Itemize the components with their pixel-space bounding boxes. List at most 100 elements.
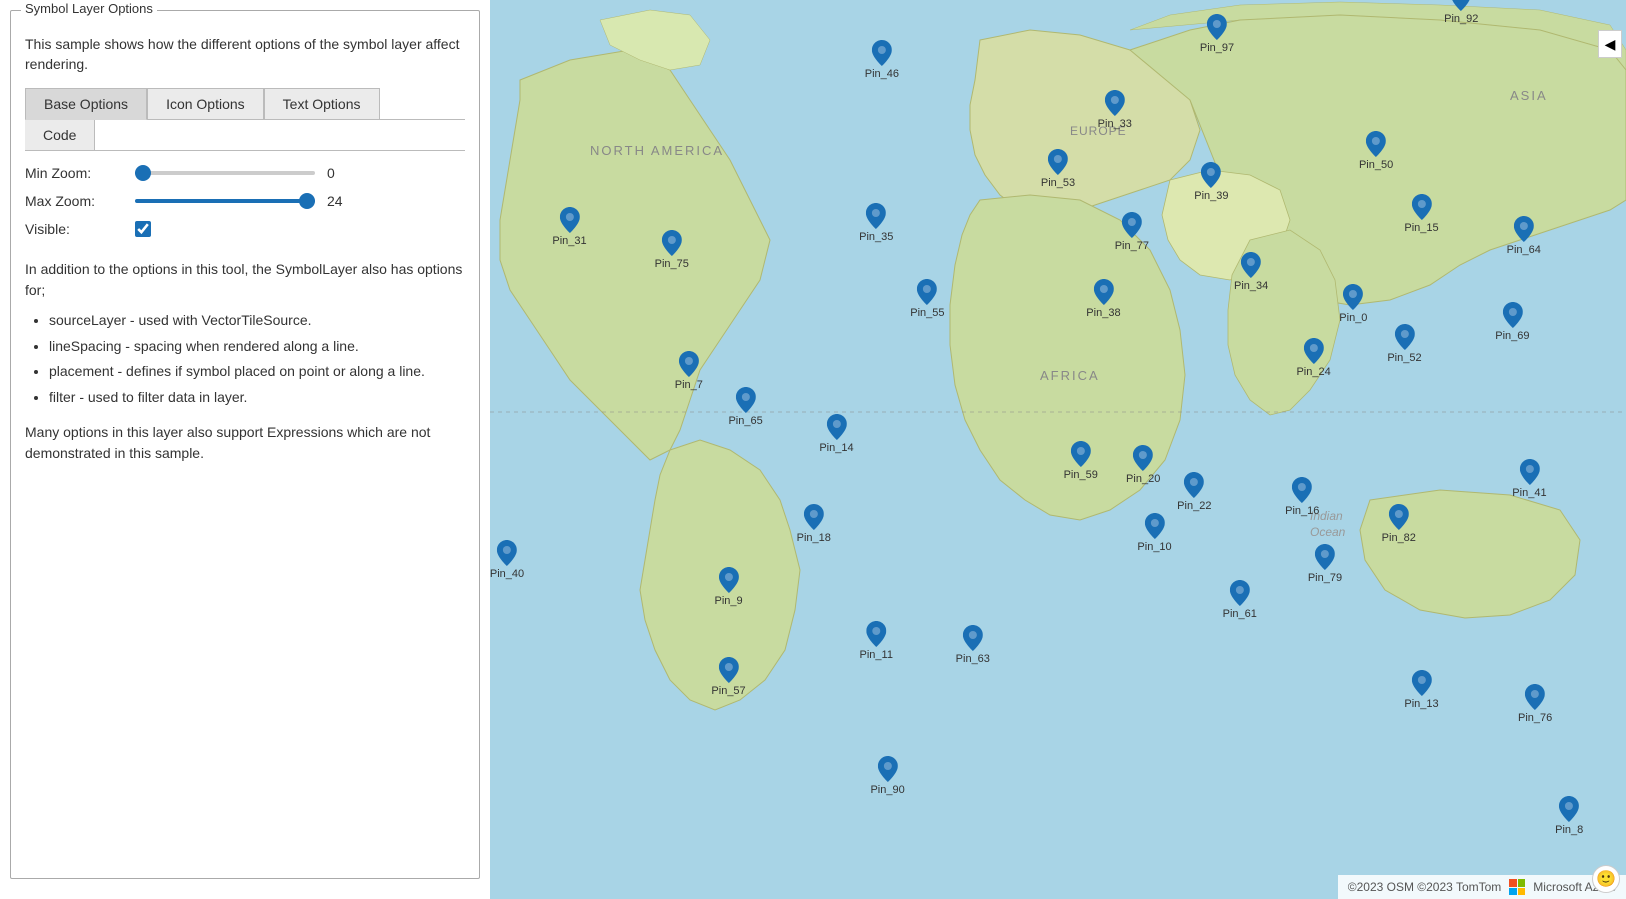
tab-text-options[interactable]: Text Options: [264, 88, 380, 119]
pin-marker[interactable]: Pin_0: [1339, 284, 1367, 324]
pin-marker[interactable]: Pin_33: [1098, 90, 1132, 130]
pin-marker[interactable]: Pin_16: [1285, 477, 1319, 517]
pin-marker[interactable]: Pin_41: [1512, 459, 1546, 499]
pin-marker[interactable]: Pin_77: [1115, 212, 1149, 252]
pin-marker[interactable]: Pin_15: [1404, 194, 1438, 234]
pin-marker[interactable]: Pin_38: [1086, 279, 1120, 319]
pin-icon: [866, 203, 886, 229]
pin-marker[interactable]: Pin_18: [797, 504, 831, 544]
pin-icon: [1292, 477, 1312, 503]
pin-label: Pin_50: [1359, 159, 1393, 171]
collapse-button[interactable]: ◀: [1598, 30, 1622, 58]
pin-icon: [1071, 441, 1091, 467]
pin-icon: [917, 279, 937, 305]
pin-icon: [1048, 149, 1068, 175]
pin-marker[interactable]: Pin_97: [1200, 14, 1234, 54]
pin-marker[interactable]: Pin_82: [1382, 504, 1416, 544]
visible-checkbox[interactable]: [135, 221, 151, 237]
pin-marker[interactable]: Pin_76: [1518, 684, 1552, 724]
pin-label: Pin_15: [1404, 222, 1438, 234]
pin-marker[interactable]: Pin_8: [1555, 796, 1583, 836]
pin-marker[interactable]: Pin_14: [819, 414, 853, 454]
pin-marker[interactable]: Pin_7: [675, 351, 703, 391]
pin-label: Pin_34: [1234, 280, 1268, 292]
pin-icon: [1394, 324, 1414, 350]
pin-marker[interactable]: Pin_35: [859, 203, 893, 243]
pin-label: Pin_76: [1518, 712, 1552, 724]
pin-label: Pin_8: [1555, 824, 1583, 836]
pin-marker[interactable]: Pin_69: [1495, 302, 1529, 342]
pin-marker[interactable]: Pin_63: [956, 625, 990, 665]
tabs-container: Base Options Icon Options Text Options: [25, 88, 465, 120]
pin-marker[interactable]: Pin_22: [1177, 472, 1211, 512]
pin-marker[interactable]: Pin_59: [1064, 441, 1098, 481]
tab-base-options[interactable]: Base Options: [25, 88, 147, 120]
pin-marker[interactable]: Pin_9: [714, 567, 742, 607]
pin-label: Pin_65: [728, 415, 762, 427]
pin-marker[interactable]: Pin_65: [728, 387, 762, 427]
pin-marker[interactable]: Pin_34: [1234, 252, 1268, 292]
pin-marker[interactable]: Pin_57: [711, 657, 745, 697]
pin-marker[interactable]: Pin_55: [910, 279, 944, 319]
pin-label: Pin_64: [1507, 244, 1541, 256]
pin-icon: [1315, 544, 1335, 570]
pin-marker[interactable]: Pin_61: [1223, 580, 1257, 620]
pin-marker[interactable]: Pin_75: [655, 230, 689, 270]
pin-label: Pin_7: [675, 379, 703, 391]
pin-icon: [1514, 216, 1534, 242]
pin-marker[interactable]: Pin_13: [1404, 670, 1438, 710]
pin-marker[interactable]: Pin_53: [1041, 149, 1075, 189]
pin-label: Pin_92: [1444, 13, 1478, 25]
pin-label: Pin_14: [819, 442, 853, 454]
pin-icon: [1122, 212, 1142, 238]
tab-code[interactable]: Code: [25, 120, 95, 150]
pin-icon: [1412, 670, 1432, 696]
max-zoom-row: Max Zoom: 24: [25, 193, 465, 209]
max-zoom-slider[interactable]: [135, 199, 315, 203]
pin-marker[interactable]: Pin_79: [1308, 544, 1342, 584]
pin-marker[interactable]: Pin_39: [1194, 162, 1228, 202]
pin-label: Pin_52: [1387, 352, 1421, 364]
tab-icon-options[interactable]: Icon Options: [147, 88, 264, 119]
bullet-item-3: placement - defines if symbol placed on …: [49, 362, 465, 382]
svg-text:ASIA: ASIA: [1510, 88, 1548, 103]
map-area[interactable]: ◀ NORTH AMERICA ASIA EUROPE AFRICA: [490, 0, 1626, 899]
pin-label: Pin_79: [1308, 572, 1342, 584]
svg-text:NORTH AMERICA: NORTH AMERICA: [590, 143, 724, 158]
pin-marker[interactable]: Pin_90: [870, 756, 904, 796]
pin-marker[interactable]: Pin_31: [552, 207, 586, 247]
controls-section: Min Zoom: 0 Max Zoom: 24 Visible:: [25, 151, 465, 259]
pin-icon: [804, 504, 824, 530]
pin-label: Pin_90: [870, 784, 904, 796]
pin-marker[interactable]: Pin_64: [1507, 216, 1541, 256]
pin-marker[interactable]: Pin_92: [1444, 0, 1478, 25]
pin-label: Pin_16: [1285, 505, 1319, 517]
pin-marker[interactable]: Pin_20: [1126, 445, 1160, 485]
pin-icon: [1133, 445, 1153, 471]
pin-label: Pin_59: [1064, 469, 1098, 481]
pin-icon: [1519, 459, 1539, 485]
min-zoom-slider[interactable]: [135, 171, 315, 175]
svg-text:Ocean: Ocean: [1310, 525, 1346, 539]
max-zoom-label: Max Zoom:: [25, 193, 135, 209]
pin-marker[interactable]: Pin_10: [1137, 513, 1171, 553]
pin-label: Pin_35: [859, 231, 893, 243]
pin-marker[interactable]: Pin_52: [1387, 324, 1421, 364]
pin-label: Pin_20: [1126, 473, 1160, 485]
pin-marker[interactable]: Pin_11: [860, 621, 893, 661]
pin-label: Pin_38: [1086, 307, 1120, 319]
left-panel: Symbol Layer Options This sample shows h…: [0, 0, 490, 899]
svg-text:AFRICA: AFRICA: [1040, 368, 1100, 383]
pin-icon: [963, 625, 983, 651]
pin-icon: [662, 230, 682, 256]
emoji-button[interactable]: 🙂: [1592, 865, 1620, 893]
pin-marker[interactable]: Pin_50: [1359, 131, 1393, 171]
pin-label: Pin_18: [797, 532, 831, 544]
pin-icon: [1093, 279, 1113, 305]
pin-icon: [1451, 0, 1471, 11]
options-panel: Symbol Layer Options This sample shows h…: [10, 10, 480, 879]
pin-marker[interactable]: Pin_46: [865, 40, 899, 80]
collapse-icon: ◀: [1605, 36, 1616, 53]
pin-marker[interactable]: Pin_24: [1296, 338, 1330, 378]
pin-marker[interactable]: Pin_40: [490, 540, 524, 580]
